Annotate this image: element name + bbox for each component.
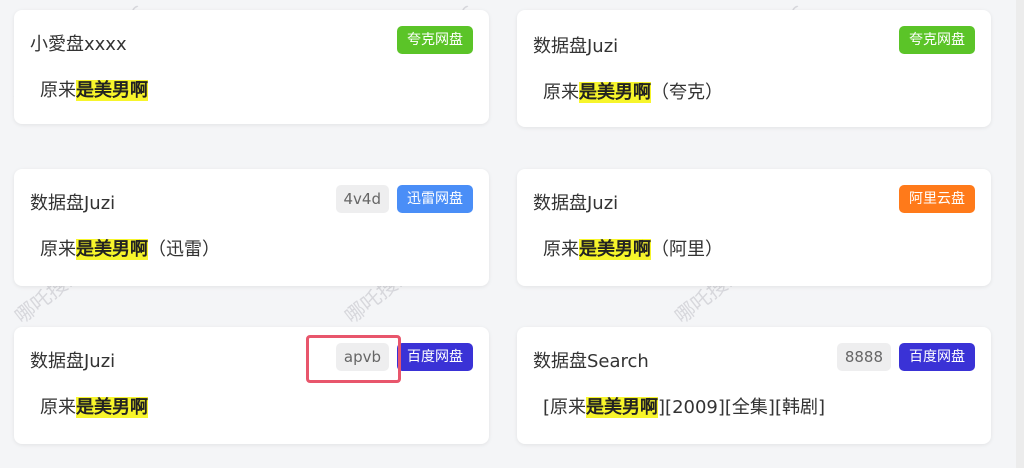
title-text: （阿里） bbox=[651, 239, 723, 260]
result-card[interactable]: 小愛盘xxxx 夸克网盘 原来是美男啊 bbox=[14, 10, 489, 124]
title-highlight: 是美男啊 bbox=[76, 397, 148, 418]
cloud-type-badge: 夸克网盘 bbox=[899, 26, 975, 54]
title-text: 原来 bbox=[543, 239, 579, 260]
source-name: 数据盘Search bbox=[533, 351, 649, 372]
source-name: 数据盘Juzi bbox=[533, 36, 619, 57]
source-name: 数据盘Juzi bbox=[30, 193, 116, 214]
source-name: 小愛盘xxxx bbox=[30, 34, 127, 55]
title-text: 原来 bbox=[543, 82, 579, 103]
result-card[interactable]: 数据盘Juzi apvb 百度网盘 原来是美男啊 bbox=[14, 327, 489, 444]
source-name: 数据盘Juzi bbox=[30, 351, 116, 372]
source-name: 数据盘Juzi bbox=[533, 193, 619, 214]
extract-code: 4v4d bbox=[335, 185, 389, 213]
title-text: 原来 bbox=[40, 80, 76, 101]
cloud-type-badge: 阿里云盘 bbox=[899, 185, 975, 213]
extract-code: 8888 bbox=[836, 343, 891, 371]
result-card[interactable]: 数据盘Juzi 4v4d 迅雷网盘 原来是美男啊（迅雷） bbox=[14, 169, 489, 286]
scrollbar[interactable] bbox=[1016, 0, 1024, 468]
title-highlight: 是美男啊 bbox=[579, 82, 651, 103]
highlight-box bbox=[306, 335, 401, 383]
result-title[interactable]: [原来是美男啊][2009][全集][韩剧] bbox=[543, 393, 825, 419]
result-title[interactable]: 原来是美男啊（夸克） bbox=[543, 78, 723, 104]
title-text: 原来 bbox=[40, 397, 76, 418]
cloud-type-badge: 百度网盘 bbox=[397, 343, 473, 371]
result-title[interactable]: 原来是美男啊（迅雷） bbox=[40, 235, 220, 261]
result-card[interactable]: 数据盘Juzi 阿里云盘 原来是美男啊（阿里） bbox=[517, 169, 991, 286]
result-card[interactable]: 数据盘Search 8888 百度网盘 [原来是美男啊][2009][全集][韩… bbox=[517, 327, 991, 444]
cloud-type-badge: 迅雷网盘 bbox=[397, 185, 473, 213]
title-highlight: 是美男啊 bbox=[579, 239, 651, 260]
title-text: （夸克） bbox=[651, 82, 723, 103]
title-text: 原来 bbox=[40, 239, 76, 260]
result-title[interactable]: 原来是美男啊 bbox=[40, 76, 148, 102]
result-card[interactable]: 数据盘Juzi 夸克网盘 原来是美男啊（夸克） bbox=[517, 10, 991, 127]
title-text: [原来 bbox=[543, 397, 587, 418]
title-highlight: 是美男啊 bbox=[76, 80, 148, 101]
result-title[interactable]: 原来是美男啊 bbox=[40, 393, 148, 419]
title-text: （迅雷） bbox=[148, 239, 220, 260]
cloud-type-badge: 百度网盘 bbox=[899, 343, 975, 371]
title-highlight: 是美男啊 bbox=[76, 239, 148, 260]
title-highlight: 是美男啊 bbox=[586, 397, 659, 418]
cloud-type-badge: 夸克网盘 bbox=[397, 26, 473, 54]
result-title[interactable]: 原来是美男啊（阿里） bbox=[543, 235, 723, 261]
title-text: ][2009][全集][韩剧] bbox=[658, 397, 825, 418]
